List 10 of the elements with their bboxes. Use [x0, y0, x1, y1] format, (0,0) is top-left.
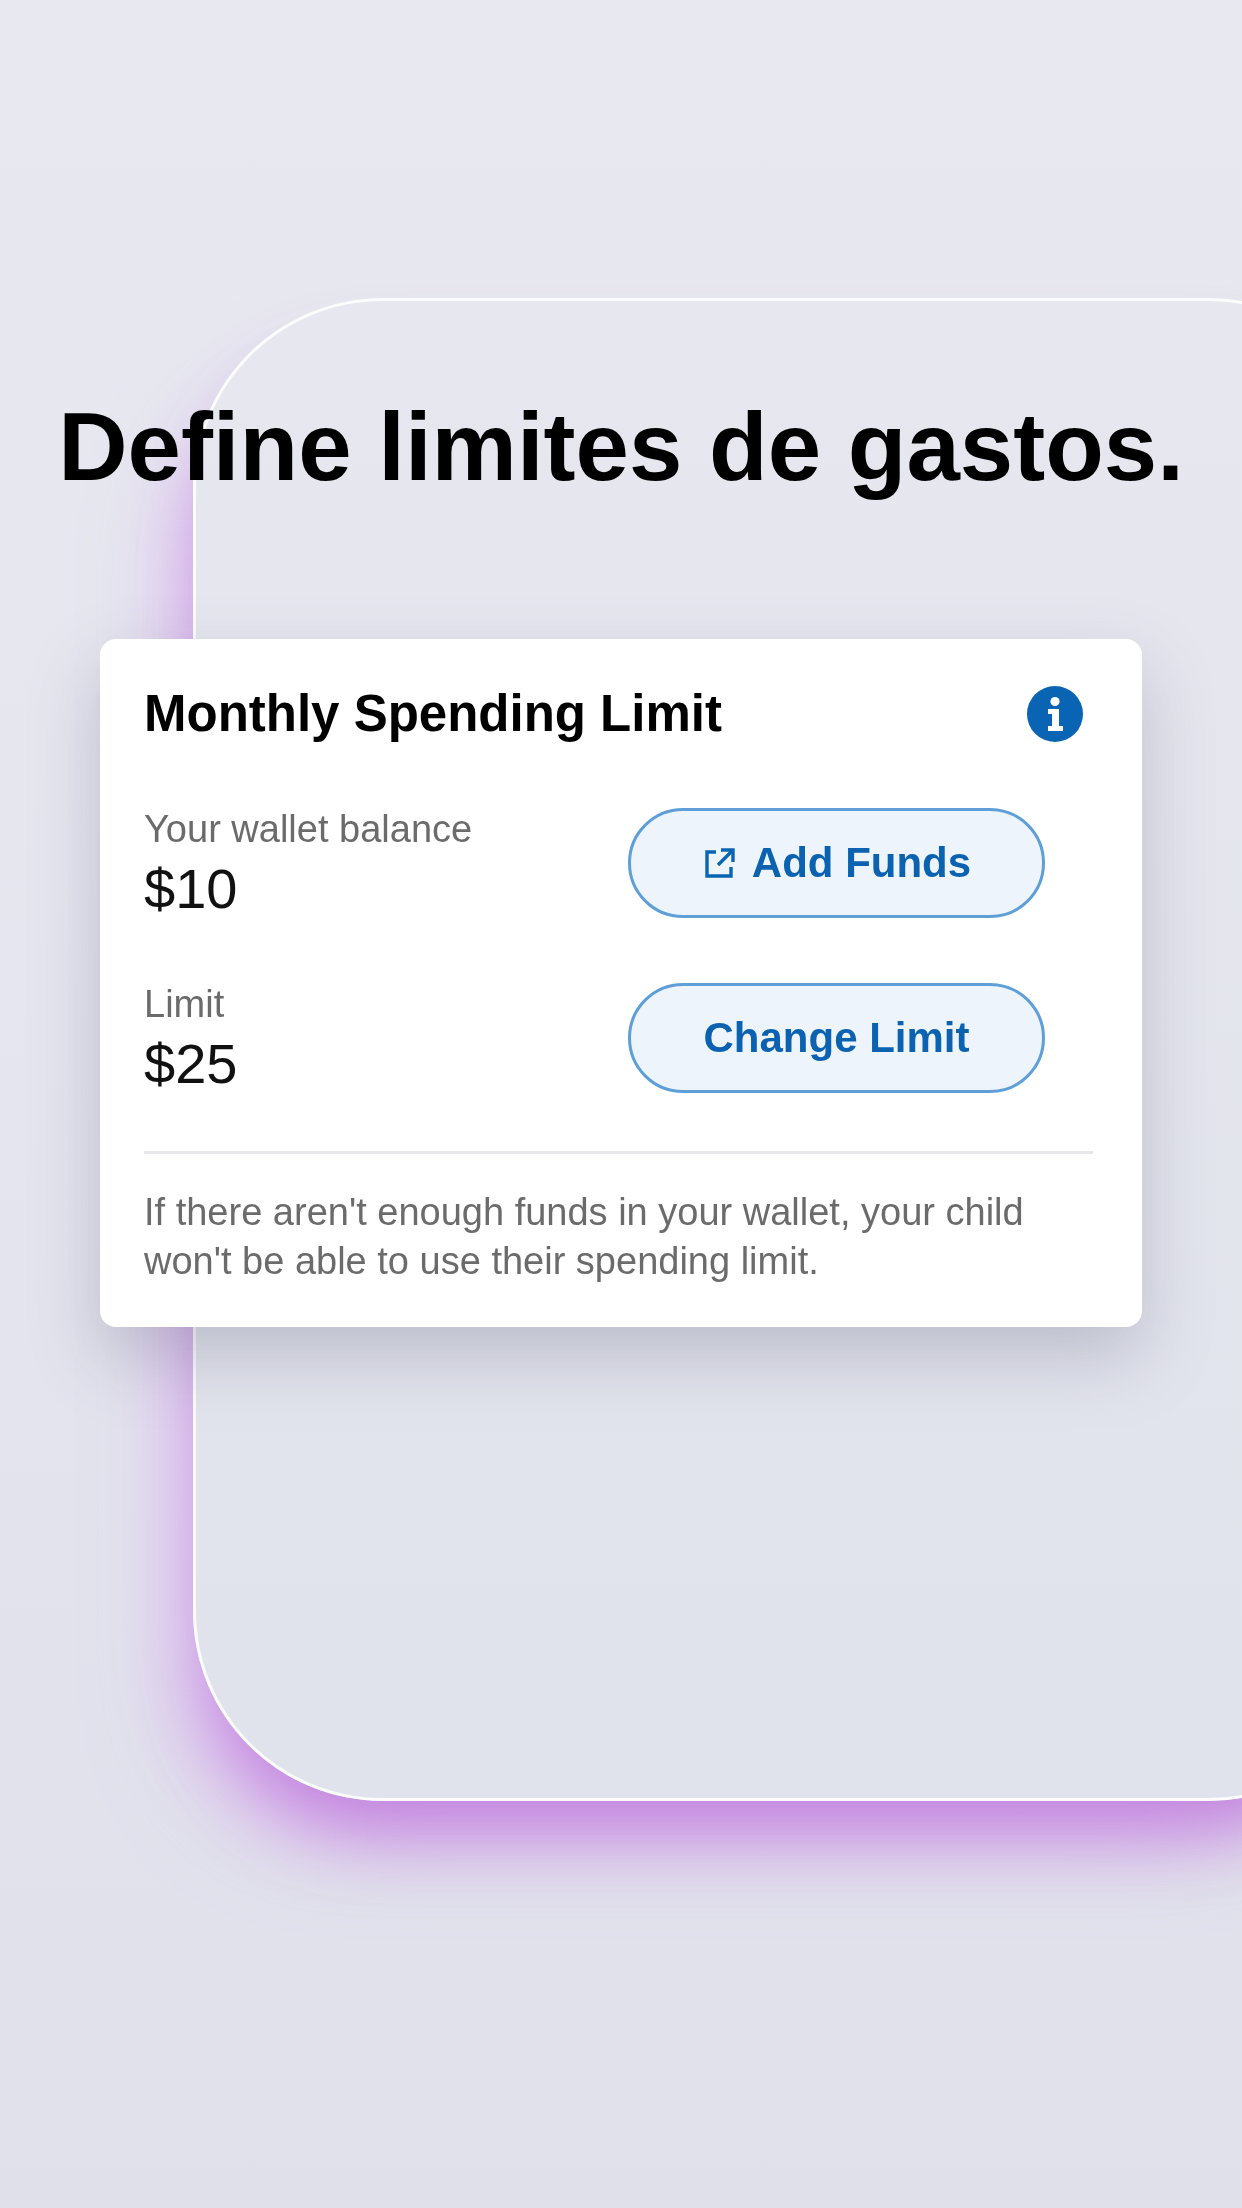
- action-button[interactable]: Change Limit: [628, 983, 1045, 1093]
- info-icon[interactable]: [1027, 686, 1083, 742]
- field-label: Limit: [144, 983, 226, 1025]
- amount-value: $25: [144, 1031, 238, 1097]
- headline: Define limites de gastos.: [57, 392, 1185, 502]
- action-button[interactable]: Add Funds: [628, 808, 1045, 918]
- field-label: Your wallet balance: [144, 808, 473, 850]
- info-note: If there aren't enough funds in your wallet, your child won't be able to use their spending limit.: [144, 1190, 1025, 1284]
- amount-value: $10: [144, 856, 239, 922]
- card-title: Monthly Spending Limit: [144, 684, 722, 744]
